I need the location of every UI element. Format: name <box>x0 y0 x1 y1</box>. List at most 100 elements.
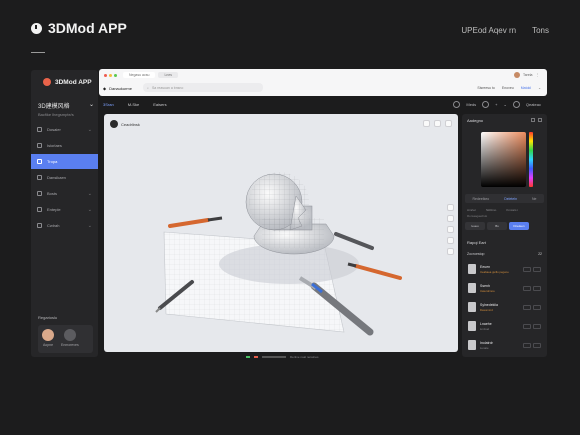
palette-icon <box>37 191 42 196</box>
queue-label[interactable]: Qeateac <box>526 102 541 107</box>
panel-tab[interactable]: Ne <box>532 197 536 201</box>
sidebar-item-0[interactable]: Dosaier ⌄ <box>31 122 98 137</box>
tab-3sran[interactable]: 3Sran <box>103 102 114 107</box>
recent-title: Regarioslu <box>38 315 58 320</box>
recent-user[interactable]: Aopne <box>42 329 54 347</box>
mode-label[interactable]: Meds <box>466 102 476 107</box>
zoom-icon[interactable] <box>447 204 454 211</box>
more-icon: ⋮ <box>535 73 540 77</box>
sidebar-item-2[interactable]: Tropa <box>31 154 98 169</box>
sidebar-brand-name: 3DMod APP <box>55 78 92 86</box>
chevron-down-icon[interactable]: ⌄ <box>538 86 541 90</box>
layer-list-title: Rapqi Eart <box>467 240 486 245</box>
color-picker-field[interactable] <box>481 132 526 187</box>
sidebar-item-6[interactable]: Cwlrah ⌄ <box>31 218 98 233</box>
toggle-icon[interactable] <box>533 285 541 291</box>
minimize-icon[interactable] <box>531 118 535 122</box>
hue-slider[interactable] <box>529 132 533 187</box>
site-logo[interactable]: ◆ Danaukurme <box>103 86 132 91</box>
project-subtitle: Bacfike lhegsmpte/s <box>38 112 74 117</box>
tab-eaisers[interactable]: Eaisers <box>153 102 166 107</box>
nav-link-active[interactable]: Matokl <box>521 86 531 90</box>
header-link-1[interactable]: UPEod Aqev rn <box>461 26 516 35</box>
layer-meta: Lmzuel <box>480 326 490 331</box>
checkbox[interactable]: Amrter <box>467 208 476 212</box>
light-icon[interactable] <box>447 248 454 255</box>
status-ok-icon <box>246 356 250 358</box>
search-placeholder: Sa reasuan a bnsno <box>151 85 184 90</box>
minimize-window-icon[interactable] <box>109 74 112 77</box>
toggle-icon[interactable] <box>533 304 541 310</box>
browser-user[interactable]: Tarela ⋮ <box>513 72 540 78</box>
sidebar-item-3[interactable]: Dansikaen <box>31 170 98 185</box>
layer-meta: Ueabaea guillo pegene <box>480 269 509 274</box>
checkbox[interactable]: Nkbbno <box>486 208 496 212</box>
chevron-down-icon[interactable]: ⌄ <box>504 102 507 107</box>
layer-row[interactable]: Eeuen Ueabaea guillo pegene <box>465 260 544 278</box>
project-selector[interactable]: 3D建模风格 ⌄ <box>38 101 94 110</box>
layer-row[interactable]: Ssenh Uaterdcrere <box>465 279 544 297</box>
layer-list-header: Zocroestop 22 <box>465 252 544 256</box>
toggle-icon[interactable] <box>533 266 541 272</box>
toggle-icon[interactable] <box>523 342 531 348</box>
recent-users-card: Aopne Enmoreves <box>38 325 93 353</box>
header-link-2[interactable]: Tons <box>532 26 549 35</box>
layer-row[interactable]: Lnaehe Lmzuel <box>465 317 544 335</box>
tab-mske[interactable]: M-Ske <box>128 102 140 107</box>
nav-link[interactable]: Sisreesu to <box>477 86 495 90</box>
viewport-tools <box>423 120 452 127</box>
recent-user[interactable]: Enmoreves <box>61 329 79 347</box>
toggle-icon[interactable] <box>523 323 531 329</box>
panel-header-icons <box>531 118 542 122</box>
orbit-icon[interactable] <box>447 226 454 233</box>
app-logo-icon <box>31 22 42 34</box>
brand-logo-icon <box>43 78 51 86</box>
toggle-icon[interactable] <box>533 323 541 329</box>
add-icon[interactable] <box>482 101 490 108</box>
folder-icon <box>37 127 42 132</box>
refresh-icon[interactable] <box>447 237 454 244</box>
3d-viewport[interactable]: Ceadrlinsk <box>104 114 458 352</box>
settings-icon <box>37 223 42 228</box>
checkbox[interactable]: Kmcars i <box>506 208 518 212</box>
plus-icon[interactable]: + <box>495 102 497 107</box>
toggle-icon[interactable] <box>523 266 531 272</box>
layer-actions <box>523 266 541 272</box>
browser-tab[interactable]: Negasu acsu <box>123 72 156 78</box>
segment-active[interactable]: Dneleen <box>509 222 529 230</box>
sidebar-item-label: Dansikaen <box>47 175 66 180</box>
segment[interactable]: Ieueo <box>465 222 485 230</box>
sidebar-item-4[interactable]: Bosts ⌄ <box>31 186 98 201</box>
viewport-icon <box>110 120 118 128</box>
layer-list-head-label: Zocroestop <box>467 252 485 256</box>
layer-actions <box>523 342 541 348</box>
rotate-icon[interactable] <box>434 120 441 127</box>
crop-icon[interactable] <box>423 120 430 127</box>
toggle-icon[interactable] <box>523 285 531 291</box>
file-icon <box>37 143 42 148</box>
status-progress <box>262 356 286 358</box>
nav-link[interactable]: Enoveu <box>502 86 514 90</box>
menu-icon[interactable] <box>445 120 452 127</box>
expand-icon[interactable] <box>538 118 542 122</box>
sidebar-item-1[interactable]: Isiorlaes <box>31 138 98 153</box>
toolbar-actions: Meds + ⌄ Qeateac <box>453 101 541 108</box>
pan-icon[interactable] <box>447 215 454 222</box>
toggle-icon[interactable] <box>533 342 541 348</box>
maximize-window-icon[interactable] <box>114 74 117 77</box>
close-window-icon[interactable] <box>104 74 107 77</box>
sculpt-scene <box>155 172 402 336</box>
layer-row[interactable]: Sylnedekiia Dasonnnd <box>465 298 544 316</box>
toggle-icon[interactable] <box>523 304 531 310</box>
segment[interactable]: Bs <box>487 222 507 230</box>
viewport-label: Ceadrlinsk <box>110 120 140 128</box>
panel-tab-active[interactable]: Deleteln <box>504 197 517 201</box>
layer-row[interactable]: Inolatrdr Lunate <box>465 336 544 354</box>
browser-tab[interactable]: Lnes <box>158 72 179 78</box>
search-input[interactable]: ⌕ Sa reasuan a bnsno <box>143 83 263 92</box>
sidebar-item-5[interactable]: Enteple ⌄ <box>31 202 98 217</box>
header-divider <box>31 52 45 53</box>
info-icon[interactable] <box>453 101 461 108</box>
panel-tab[interactable]: Redeelkeo <box>472 197 489 201</box>
sidebar-item-label: Enteple <box>47 207 61 212</box>
